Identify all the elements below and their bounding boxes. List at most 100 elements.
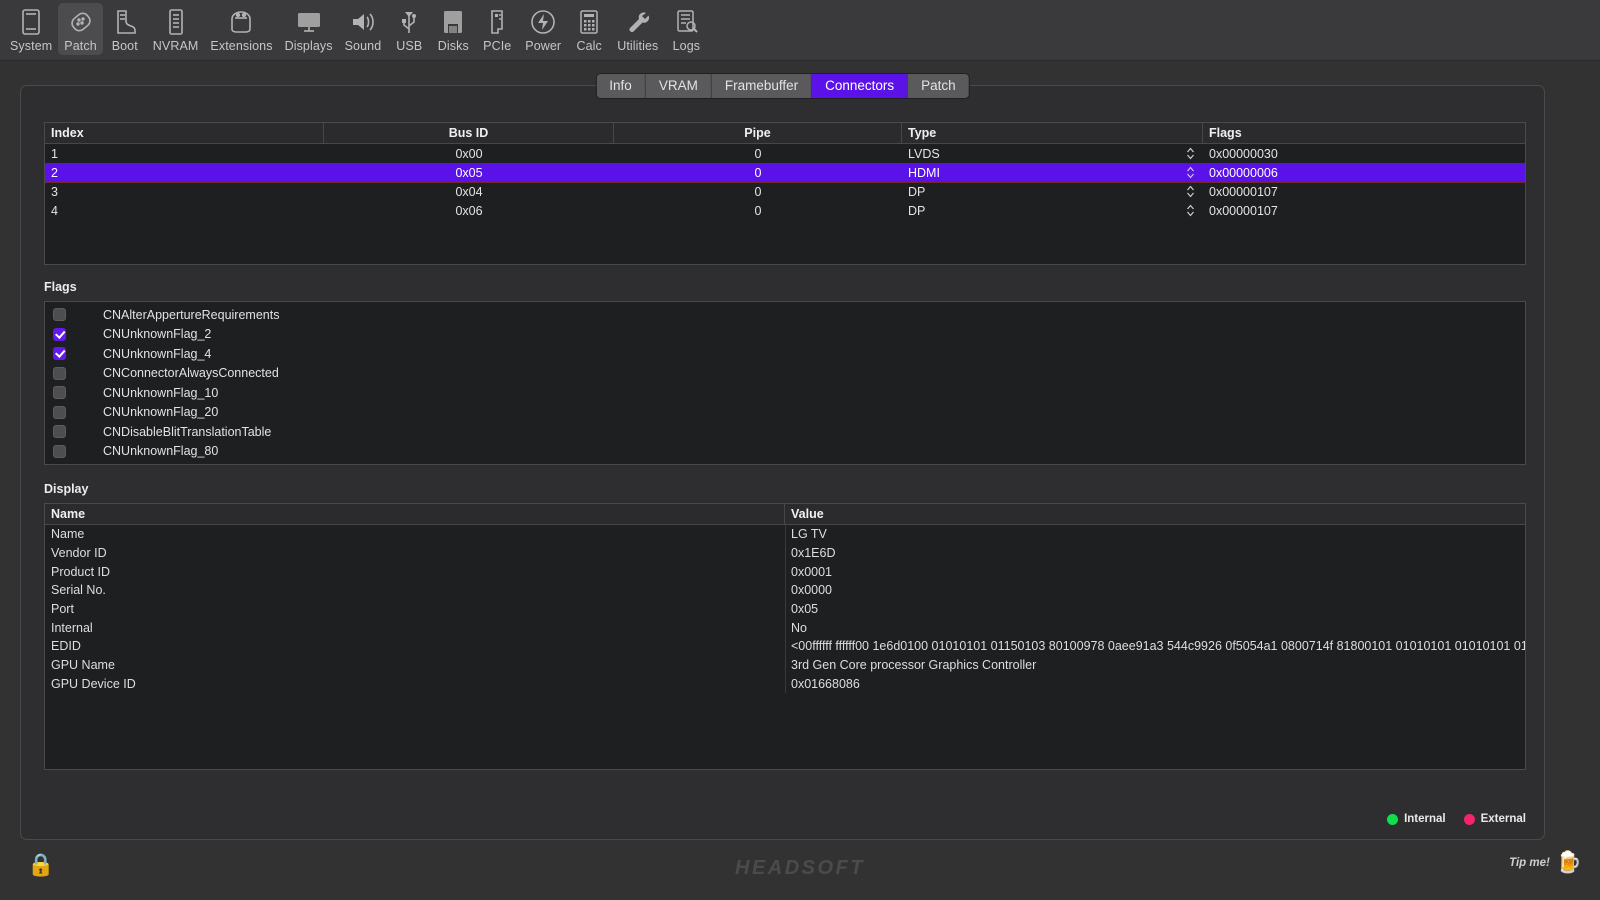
flag-checkbox[interactable]	[53, 308, 66, 322]
beer-mug-icon[interactable]: 🍺	[1556, 852, 1582, 873]
column-header-name[interactable]: Name	[45, 504, 785, 524]
chevron-updown-icon[interactable]	[1186, 185, 1195, 199]
cell-name: GPU Device ID	[51, 676, 136, 691]
pink-dot-icon	[1463, 813, 1475, 825]
toolbar-item-boot[interactable]: Boot	[103, 3, 147, 55]
legend-item-internal: Internal	[1387, 813, 1446, 825]
toolbar-item-power[interactable]: Power	[519, 3, 567, 55]
toolbar-item-disks[interactable]: Disks	[431, 3, 475, 55]
toolbar-item-system[interactable]: System	[4, 3, 58, 55]
cell-type[interactable]: DP	[902, 201, 1203, 220]
cell-flags: 0x00000107	[1209, 184, 1278, 199]
toolbar-item-utilities[interactable]: Utilities	[611, 3, 664, 55]
flag-checkbox[interactable]	[53, 366, 66, 380]
flag-label: CNUnknownFlag_20	[103, 405, 219, 420]
flag-checkbox[interactable]	[53, 425, 66, 439]
flag-label: CNUnknownFlag_4	[103, 346, 212, 361]
cell-name: Serial No.	[51, 583, 106, 598]
monitor-icon	[293, 6, 325, 38]
flag-checkbox[interactable]	[53, 405, 66, 419]
legend-label: External	[1480, 813, 1526, 825]
cell-value: 3rd Gen Core processor Graphics Controll…	[791, 658, 1037, 673]
toolbar-label: NVRAM	[152, 39, 199, 53]
toolbar-item-nvram[interactable]: NVRAM	[147, 3, 205, 55]
list-item[interactable]: CNUnknownFlag_20	[45, 403, 1525, 423]
cell-type[interactable]: DP	[902, 182, 1203, 201]
cell-type-label: DP	[908, 184, 926, 199]
list-item[interactable]: CNUnknownFlag_4	[45, 344, 1525, 364]
toolbar-item-displays[interactable]: Displays	[279, 3, 339, 55]
cell-value: <00ffffff ffffff00 1e6d0100 01010101 011…	[791, 639, 1525, 654]
cell-index: 4	[51, 203, 58, 218]
tab-vram[interactable]: VRAM	[645, 74, 712, 98]
display-properties-table[interactable]: Name Value Name LG TV Vendor ID 0x1E6D P…	[44, 503, 1526, 770]
cell-index: 2	[51, 165, 58, 180]
toolbar-label: Calc	[576, 39, 602, 53]
cell-pipe: 0	[754, 184, 762, 199]
toolbar-label: Logs	[672, 39, 701, 53]
tab-connectors[interactable]: Connectors	[812, 74, 909, 98]
toolbar-label: Power	[525, 39, 562, 53]
toolbar-item-pcie[interactable]: PCIe	[475, 3, 519, 55]
cell-flags: 0x00000030	[1209, 146, 1278, 161]
column-divider	[785, 525, 786, 694]
bandage-icon	[65, 6, 97, 38]
cell-type-label: HDMI	[908, 165, 940, 180]
toolbar-item-logs[interactable]: Logs	[664, 3, 708, 55]
toolbar-item-patch[interactable]: Patch	[58, 3, 103, 55]
cell-bus-id: 0x05	[455, 165, 483, 180]
toolbar-item-extensions[interactable]: Extensions	[204, 3, 278, 55]
column-header-pipe[interactable]: Pipe	[614, 123, 902, 143]
column-header-bus-id[interactable]: Bus ID	[324, 123, 614, 143]
table-row[interactable]: 3 0x04 0 DP 0x00000107	[45, 182, 1525, 201]
calculator-icon	[573, 6, 605, 38]
cell-index: 3	[51, 184, 58, 199]
column-header-index[interactable]: Index	[45, 123, 324, 143]
cell-bus-id: 0x04	[455, 184, 483, 199]
toolbar-label: Extensions	[210, 39, 273, 53]
flag-label: CNUnknownFlag_2	[103, 327, 212, 342]
table-row[interactable]: 2 0x05 0 HDMI 0x00000006	[45, 163, 1525, 182]
chevron-updown-icon[interactable]	[1186, 147, 1195, 161]
cell-index: 1	[51, 146, 58, 161]
tab-info[interactable]: Info	[596, 74, 646, 98]
cell-name: EDID	[51, 639, 81, 654]
flag-checkbox[interactable]	[53, 327, 66, 341]
chevron-updown-icon[interactable]	[1186, 166, 1195, 180]
column-header-type[interactable]: Type	[902, 123, 1203, 143]
cell-type[interactable]: HDMI	[902, 163, 1203, 182]
list-item[interactable]: CNUnknownFlag_10	[45, 383, 1525, 403]
flag-label: CNAlterAppertureRequirements	[103, 307, 280, 322]
disk-icon	[437, 6, 469, 38]
cell-type[interactable]: LVDS	[902, 144, 1203, 163]
toolbar-item-sound[interactable]: Sound	[339, 3, 388, 55]
list-item[interactable]: CNUnknownFlag_2	[45, 325, 1525, 345]
list-item[interactable]: CNAlterAppertureRequirements	[45, 305, 1525, 325]
column-header-value[interactable]: Value	[785, 504, 1525, 524]
list-item[interactable]: CNConnectorAlwaysConnected	[45, 364, 1525, 384]
toolbar-item-usb[interactable]: USB	[387, 3, 431, 55]
tab-patch[interactable]: Patch	[908, 74, 969, 98]
flag-checkbox[interactable]	[53, 347, 66, 361]
cell-value: 0x0001	[791, 564, 833, 579]
flag-checkbox[interactable]	[53, 444, 66, 458]
toolbar-label: Displays	[284, 39, 333, 53]
tip-area[interactable]: Tip me! 🍺	[1509, 852, 1582, 873]
chevron-updown-icon[interactable]	[1186, 204, 1195, 218]
cell-bus-id: 0x00	[455, 146, 483, 161]
legend-label: Internal	[1404, 813, 1446, 825]
table-row[interactable]: 4 0x06 0 DP 0x00000107	[45, 201, 1525, 220]
connectors-table[interactable]: Index Bus ID Pipe Type Flags 1 0x00 0 LV…	[44, 122, 1526, 265]
cell-type-label: LVDS	[908, 146, 940, 161]
table-row[interactable]: 1 0x00 0 LVDS 0x00000030	[45, 144, 1525, 163]
list-item[interactable]: CNDisableBlitTranslationTable	[45, 422, 1525, 442]
column-header-flags[interactable]: Flags	[1203, 123, 1525, 143]
toolbar-label: Sound	[344, 39, 382, 53]
tab-framebuffer[interactable]: Framebuffer	[711, 74, 813, 98]
lock-icon[interactable]: 🔒	[27, 854, 54, 876]
toolbar-item-calc[interactable]: Calc	[567, 3, 611, 55]
cell-value: 0x1E6D	[791, 546, 836, 561]
flag-checkbox[interactable]	[53, 386, 66, 400]
flags-list: CNAlterAppertureRequirements CNUnknownFl…	[44, 301, 1526, 465]
list-item[interactable]: CNUnknownFlag_80	[45, 442, 1525, 462]
